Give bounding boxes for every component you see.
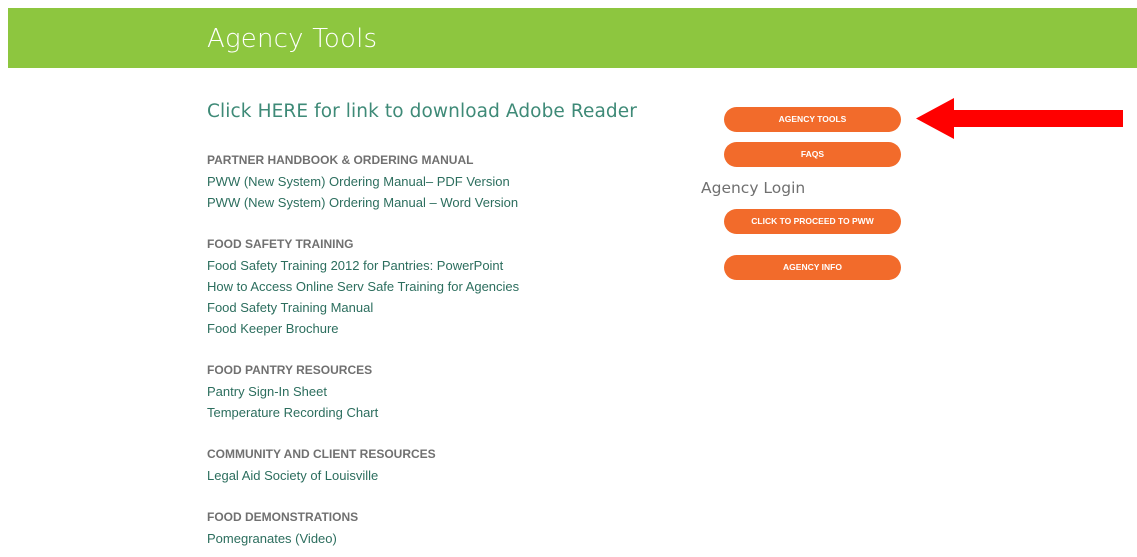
section-food-safety: FOOD SAFETY TRAINING Food Safety Trainin… (207, 234, 667, 339)
food-safety-manual-link[interactable]: Food Safety Training Manual (207, 297, 667, 318)
legal-aid-link[interactable]: Legal Aid Society of Louisville (207, 465, 667, 486)
section-community-resources: COMMUNITY AND CLIENT RESOURCES Legal Aid… (207, 444, 667, 486)
proceed-to-pww-button[interactable]: CLICK TO PROCEED TO PWW (724, 209, 901, 234)
agency-tools-button[interactable]: AGENCY TOOLS (724, 107, 901, 132)
section-partner-handbook: PARTNER HANDBOOK & ORDERING MANUAL PWW (… (207, 150, 667, 213)
page-banner: Agency Tools (8, 8, 1137, 68)
page-title: Agency Tools (207, 24, 378, 54)
ordering-manual-word-link[interactable]: PWW (New System) Ordering Manual – Word … (207, 192, 667, 213)
adobe-reader-link[interactable]: Click HERE for link to download Adobe Re… (207, 100, 667, 124)
section-heading: FOOD SAFETY TRAINING (207, 237, 354, 251)
ordering-manual-pdf-link[interactable]: PWW (New System) Ordering Manual– PDF Ve… (207, 171, 667, 192)
temperature-chart-link[interactable]: Temperature Recording Chart (207, 402, 667, 423)
pantry-sign-in-sheet-link[interactable]: Pantry Sign-In Sheet (207, 381, 667, 402)
servsafe-training-link[interactable]: How to Access Online Serv Safe Training … (207, 276, 667, 297)
agency-info-button[interactable]: AGENCY INFO (724, 255, 901, 280)
food-safety-powerpoint-link[interactable]: Food Safety Training 2012 for Pantries: … (207, 255, 667, 276)
resources-column: Click HERE for link to download Adobe Re… (207, 100, 667, 557)
red-arrow-left-icon (916, 98, 1123, 139)
section-heading: FOOD DEMONSTRATIONS (207, 510, 359, 524)
pomegranates-video-link[interactable]: Pomegranates (Video) (207, 528, 667, 549)
section-heading: FOOD PANTRY RESOURCES (207, 363, 373, 377)
section-heading: COMMUNITY AND CLIENT RESOURCES (207, 447, 436, 461)
agency-login-heading: Agency Login (701, 179, 806, 197)
faqs-button[interactable]: FAQS (724, 142, 901, 167)
section-pantry-resources: FOOD PANTRY RESOURCES Pantry Sign-In She… (207, 360, 667, 423)
section-food-demonstrations: FOOD DEMONSTRATIONS Pomegranates (Video) (207, 507, 667, 549)
food-keeper-brochure-link[interactable]: Food Keeper Brochure (207, 318, 667, 339)
section-heading: PARTNER HANDBOOK & ORDERING MANUAL (207, 153, 474, 167)
page: Agency Tools Click HERE for link to down… (0, 0, 1137, 557)
